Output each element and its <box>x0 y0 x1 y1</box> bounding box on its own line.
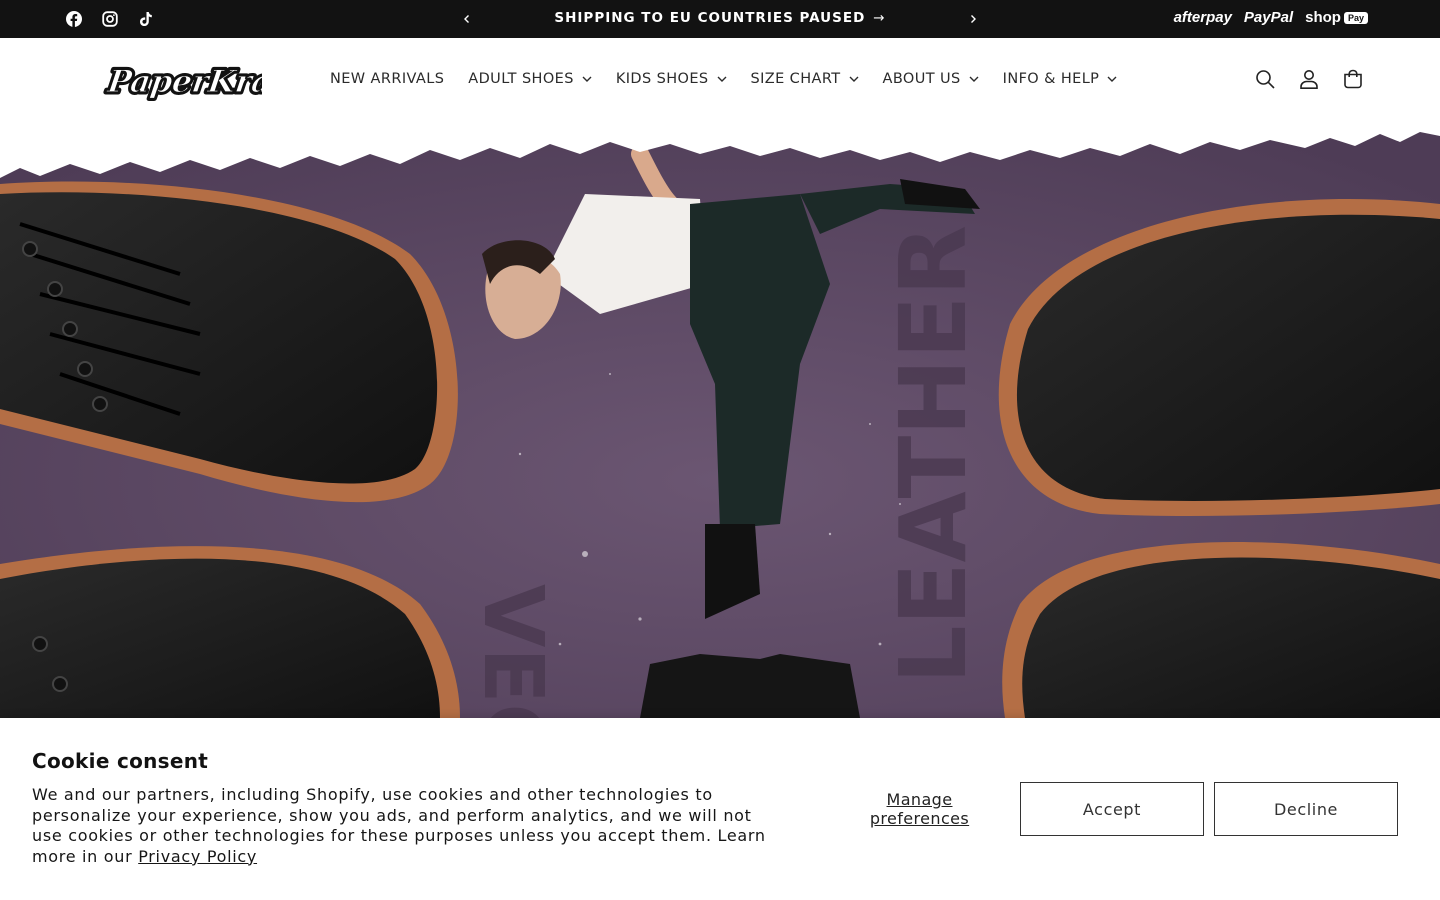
cookie-body: We and our partners, including Shopify, … <box>32 785 772 867</box>
afterpay-logo: afterpay <box>1173 9 1232 26</box>
chevron-down-icon <box>849 74 859 84</box>
announcement-text: SHIPPING TO EU COUNTRIES PAUSED <box>554 10 866 26</box>
nav-label: KIDS SHOES <box>615 71 709 87</box>
nav-info-help[interactable]: INFO & HELP <box>991 71 1130 87</box>
announcement-message[interactable]: SHIPPING TO EU COUNTRIES PAUSED → <box>500 10 940 26</box>
main-nav: NEW ARRIVALS ADULT SHOES KIDS SHOES SIZE… <box>318 71 1129 87</box>
chevron-down-icon <box>717 74 727 84</box>
nav-label: ABOUT US <box>882 71 961 87</box>
facebook-icon[interactable] <box>62 7 86 31</box>
chevron-down-icon <box>582 74 592 84</box>
backpack <box>640 654 860 718</box>
nav-size-chart[interactable]: SIZE CHART <box>739 71 871 87</box>
nav-label: INFO & HELP <box>1002 71 1100 87</box>
shop-pay-word: shop <box>1305 9 1341 26</box>
arrow-right-icon: → <box>873 10 886 26</box>
site-logo[interactable]: PaperKrane PaperKrane <box>100 54 319 110</box>
cart-icon[interactable] <box>1342 68 1364 90</box>
tiktok-icon[interactable] <box>134 7 158 31</box>
nav-new-arrivals[interactable]: NEW ARRIVALS <box>318 71 456 87</box>
announcement-prev-button[interactable] <box>457 9 477 29</box>
shop-pay-pill: Pay <box>1343 11 1368 24</box>
chevron-down-icon <box>969 74 979 84</box>
nav-label: SIZE CHART <box>750 71 841 87</box>
nav-kids-shoes[interactable]: KIDS SHOES <box>604 71 739 87</box>
header-actions <box>1254 68 1364 90</box>
nav-about-us[interactable]: ABOUT US <box>871 71 991 87</box>
nav-label: ADULT SHOES <box>468 71 574 87</box>
decline-button[interactable]: Decline <box>1214 782 1398 836</box>
hero-word-leather: LEATHER <box>880 225 987 684</box>
svg-text:PaperKrane: PaperKrane <box>105 64 262 100</box>
manage-preferences-link[interactable]: Manage preferences <box>862 790 977 828</box>
instagram-icon[interactable] <box>98 7 122 31</box>
nav-label: NEW ARRIVALS <box>330 71 445 87</box>
hero-word-vegan: VEGAN <box>465 584 560 718</box>
announcement-bar: SHIPPING TO EU COUNTRIES PAUSED → afterpa… <box>0 0 1440 38</box>
payment-logos: afterpay PayPal shop Pay <box>1174 9 1368 26</box>
account-icon[interactable] <box>1298 68 1320 90</box>
nav-adult-shoes[interactable]: ADULT SHOES <box>456 71 604 87</box>
search-icon[interactable] <box>1254 68 1276 90</box>
site-header: PaperKrane PaperKrane NEW ARRIVALS ADULT… <box>0 38 1440 124</box>
accept-button[interactable]: Accept <box>1020 782 1204 836</box>
cookie-title: Cookie consent <box>32 749 209 773</box>
announcement-next-button[interactable] <box>963 9 983 29</box>
cookie-banner: Cookie consent We and our partners, incl… <box>0 718 1440 900</box>
social-links <box>62 7 158 31</box>
chevron-down-icon <box>1107 74 1117 84</box>
paypal-logo: PayPal <box>1243 9 1294 26</box>
privacy-policy-link[interactable]: Privacy Policy <box>138 847 257 866</box>
shop-pay-logo: shop Pay <box>1305 9 1368 26</box>
hero-banner[interactable]: VEGAN LEATHER <box>0 124 1440 718</box>
